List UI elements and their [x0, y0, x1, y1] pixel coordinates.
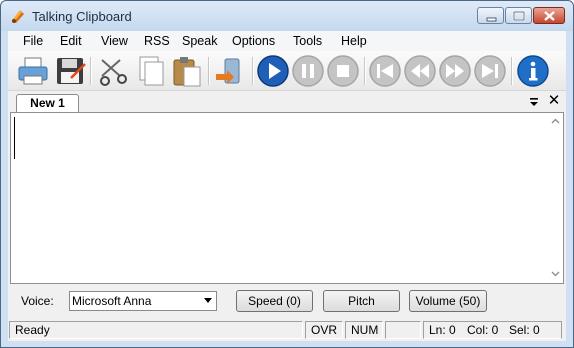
status-column: Col: 0 [467, 323, 499, 337]
window-title: Talking Clipboard [32, 9, 132, 24]
pause-button[interactable] [291, 54, 325, 88]
voice-label: Voice: [21, 294, 54, 308]
dropdown-arrow-icon [204, 298, 212, 303]
status-message: Ready [9, 321, 303, 339]
menu-rss[interactable]: RSS [144, 34, 170, 48]
copy-icon [139, 56, 164, 86]
print-button[interactable] [16, 54, 50, 88]
app-window: Talking Clipboard File Edit View RSS Spe… [0, 0, 574, 348]
play-icon [257, 55, 289, 87]
fast-forward-button[interactable] [438, 54, 472, 88]
skip-end-icon [474, 55, 506, 87]
close-button[interactable] [533, 7, 565, 24]
save-button[interactable] [53, 54, 87, 88]
paste-button[interactable] [170, 54, 204, 88]
menu-tools[interactable]: Tools [293, 34, 322, 48]
toolbar [8, 51, 566, 91]
skip-end-button[interactable] [473, 54, 507, 88]
editor-frame [10, 112, 564, 284]
rewind-button[interactable] [403, 54, 437, 88]
stop-icon [327, 55, 359, 87]
play-button[interactable] [256, 54, 290, 88]
client-area: File Edit View RSS Speak Options Tools H… [8, 31, 566, 341]
print-icon [18, 57, 48, 85]
status-cursor-position: Ln: 0 Col: 0 Sel: 0 [423, 321, 562, 339]
skip-start-button[interactable] [368, 54, 402, 88]
app-icon [12, 10, 24, 23]
paste-icon [173, 57, 201, 87]
close-tab-icon[interactable]: ✕ [547, 93, 561, 109]
status-bar: Ready OVR NUM Ln: 0 Col: 0 Sel: 0 [8, 320, 566, 340]
copy-button[interactable] [134, 54, 168, 88]
save-icon [57, 58, 86, 84]
voice-select[interactable]: Microsoft Anna [69, 291, 217, 311]
scroll-down-icon[interactable] [551, 269, 560, 278]
rewind-icon [404, 55, 436, 87]
toolbar-separator [90, 57, 92, 85]
speak-clipboard-button[interactable] [213, 54, 247, 88]
speed-button[interactable]: Speed (0) [236, 290, 313, 312]
menu-speak[interactable]: Speak [182, 34, 217, 48]
scroll-up-icon[interactable] [551, 117, 560, 126]
menu-bar: File Edit View RSS Speak Options Tools H… [8, 31, 566, 51]
minimize-icon [486, 17, 497, 22]
toolbar-separator [511, 57, 513, 85]
close-icon [544, 11, 555, 21]
toolbar-separator [208, 57, 210, 85]
document-tab-strip: New 1 ✕ [8, 91, 566, 113]
fast-forward-icon [439, 55, 471, 87]
cut-button[interactable] [96, 54, 130, 88]
speak-clipboard-icon [216, 58, 240, 84]
pause-icon [292, 55, 324, 87]
toolbar-separator [364, 57, 366, 85]
status-ovr: OVR [305, 321, 343, 339]
status-empty [385, 321, 421, 339]
stop-button[interactable] [326, 54, 360, 88]
status-selection: Sel: 0 [509, 323, 540, 337]
toolbar-separator [252, 57, 254, 85]
tab-list-icon[interactable] [527, 94, 541, 110]
maximize-icon [512, 10, 526, 22]
text-caret [14, 117, 15, 159]
info-button[interactable] [516, 54, 550, 88]
menu-edit[interactable]: Edit [60, 34, 82, 48]
title-bar[interactable]: Talking Clipboard [1, 1, 573, 31]
menu-view[interactable]: View [101, 34, 128, 48]
vertical-scrollbar[interactable] [548, 113, 563, 283]
pitch-button[interactable]: Pitch [323, 290, 400, 312]
maximize-button[interactable] [505, 7, 532, 24]
skip-start-icon [369, 55, 401, 87]
voice-controls: Voice: Microsoft Anna Speed (0) Pitch Vo… [8, 284, 566, 318]
text-editor[interactable] [11, 113, 548, 283]
minimize-button[interactable] [477, 7, 504, 24]
volume-button[interactable]: Volume (50) [409, 290, 487, 312]
cut-icon [100, 59, 127, 86]
menu-options[interactable]: Options [232, 34, 275, 48]
voice-select-value: Microsoft Anna [72, 294, 152, 308]
status-num: NUM [345, 321, 383, 339]
menu-help[interactable]: Help [341, 34, 367, 48]
tab-new-1[interactable]: New 1 [16, 94, 79, 113]
status-line: Ln: 0 [429, 323, 456, 337]
info-icon [517, 55, 549, 87]
menu-file[interactable]: File [23, 34, 43, 48]
